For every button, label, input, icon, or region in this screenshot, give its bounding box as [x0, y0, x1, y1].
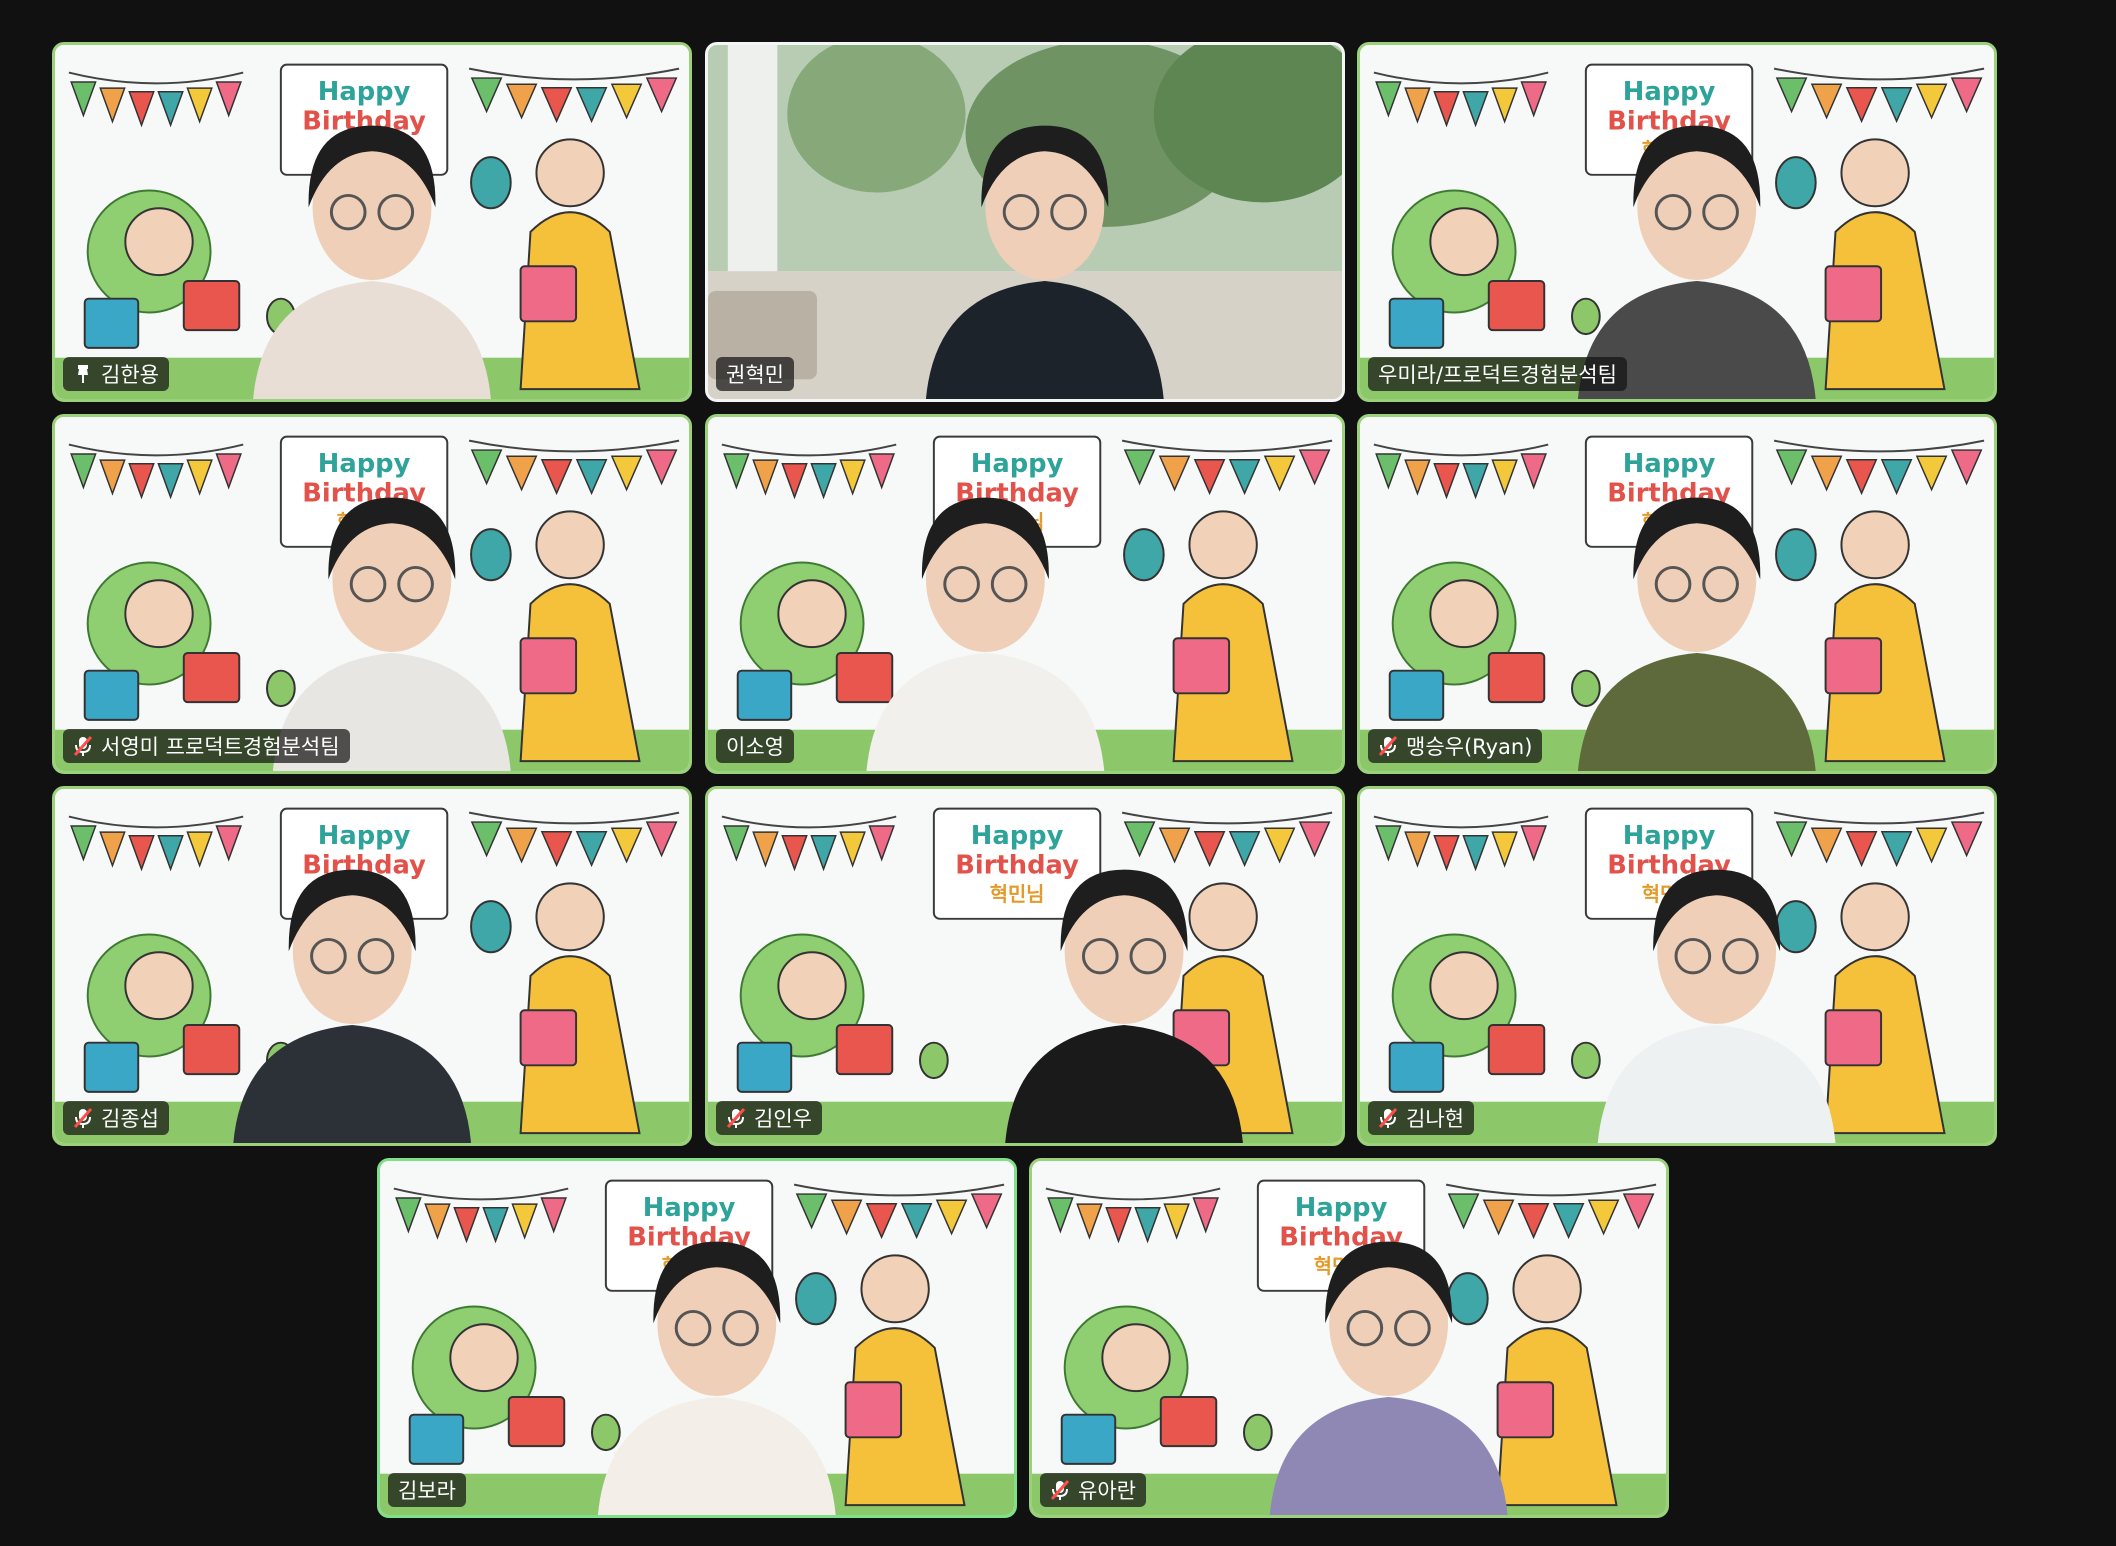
- participant-name-tag: 김한용: [63, 357, 169, 391]
- mic-muted-icon: [1050, 1479, 1070, 1501]
- participant-name: 김종섭: [101, 1107, 159, 1131]
- participant-name: 김나현: [1406, 1107, 1464, 1131]
- torso: [597, 1397, 836, 1515]
- participant-video: [1577, 125, 1816, 399]
- video-tile[interactable]: Happy Birthday 혁민님 김인우: [705, 786, 1345, 1146]
- video-tile-active-speaker[interactable]: HappyBirthday혁민님 김보라: [377, 1158, 1017, 1518]
- video-tile[interactable]: HappyBirthday혁민님 서영미 프로덕트경험분석팀: [52, 414, 692, 774]
- video-tile[interactable]: HappyBirthday혁민님 맹승우(Ryan): [1357, 414, 1997, 774]
- participant-name-tag: 맹승우(Ryan): [1368, 729, 1543, 763]
- torso: [866, 653, 1105, 771]
- participant-video: [1269, 1241, 1508, 1515]
- video-tile[interactable]: HappyBirthday혁민님 김나현: [1357, 786, 1997, 1146]
- participant-name-tag: 유아란: [1040, 1473, 1146, 1507]
- participant-name: 김한용: [101, 363, 159, 387]
- participant-video: [597, 1241, 836, 1515]
- participant-name: 우미라/프로덕트경험분석팀: [1378, 363, 1617, 387]
- participant-name: 김인우: [754, 1107, 812, 1131]
- participant-name-tag: 김보라: [388, 1473, 466, 1507]
- participant-video: [866, 497, 1105, 771]
- participant-video: [1577, 497, 1816, 771]
- participant-name-tag: 김인우: [716, 1101, 822, 1135]
- video-tile[interactable]: 권혁민: [705, 42, 1345, 402]
- participant-video: [272, 497, 511, 771]
- participant-name-tag: 우미라/프로덕트경험분석팀: [1368, 357, 1627, 391]
- torso: [253, 281, 491, 399]
- participant-name-tag: 김종섭: [63, 1101, 169, 1135]
- participant-name: 맹승우(Ryan): [1406, 735, 1533, 759]
- video-tile[interactable]: HappyBirthday혁민님 유아란: [1029, 1158, 1669, 1518]
- mic-muted-icon: [1378, 735, 1398, 757]
- video-tile[interactable]: HappyBirthday혁민님 이소영: [705, 414, 1345, 774]
- participant-name-tag: 서영미 프로덕트경험분석팀: [63, 729, 350, 763]
- pin-icon: [73, 363, 93, 385]
- participant-name-tag: 김나현: [1368, 1101, 1474, 1135]
- video-tile[interactable]: HappyBirthday혁민님 우미라/프로덕트경험분석팀: [1357, 42, 1997, 402]
- mic-muted-icon: [1378, 1107, 1398, 1129]
- participant-name: 서영미 프로덕트경험분석팀: [101, 735, 340, 759]
- participant-name-tag: 권혁민: [716, 357, 794, 391]
- participant-video: [925, 125, 1164, 399]
- participant-name: 이소영: [726, 735, 784, 759]
- participant-video: [233, 869, 472, 1143]
- video-tile[interactable]: HappyBirthday혁민님 김한용: [52, 42, 692, 402]
- torso: [1597, 1025, 1836, 1143]
- participant-video: [253, 125, 491, 399]
- participant-name-tag: 이소영: [716, 729, 794, 763]
- participant-name: 김보라: [398, 1479, 456, 1503]
- participant-name: 권혁민: [726, 363, 784, 387]
- torso: [233, 1025, 472, 1143]
- torso: [1577, 653, 1816, 771]
- participant-video: [1597, 869, 1836, 1143]
- torso: [925, 281, 1164, 399]
- mic-muted-icon: [73, 1107, 93, 1129]
- mic-muted-icon: [73, 735, 93, 757]
- video-tile[interactable]: HappyBirthday혁민님 김종섭: [52, 786, 692, 1146]
- mic-muted-icon: [726, 1107, 746, 1129]
- torso: [1005, 1025, 1243, 1143]
- torso: [1269, 1397, 1508, 1515]
- participant-video: [1005, 869, 1243, 1143]
- participant-name: 유아란: [1078, 1479, 1136, 1503]
